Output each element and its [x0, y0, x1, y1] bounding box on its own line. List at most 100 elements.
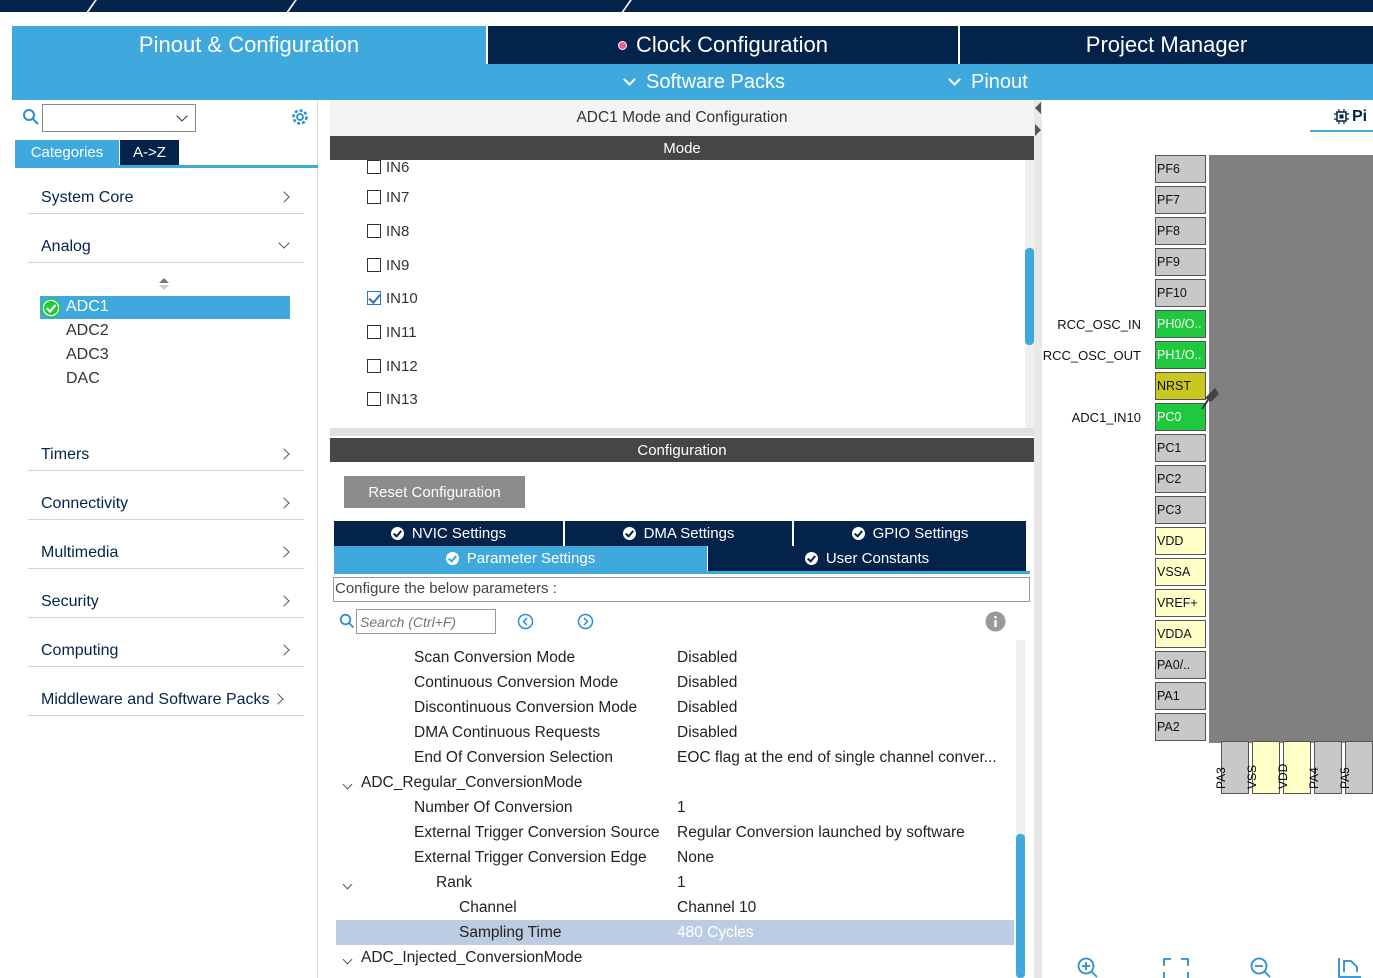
pin-vdd[interactable]: VDD — [1155, 527, 1206, 555]
tab-project-manager[interactable]: Project Manager — [960, 26, 1373, 64]
pinout-menu[interactable]: Pinout — [948, 64, 1028, 100]
param-value[interactable]: Disabled — [677, 649, 737, 667]
checkbox-box[interactable] — [367, 258, 381, 272]
pin-pa0[interactable]: PA0/.. — [1155, 651, 1206, 679]
list-item-adc3[interactable]: ADC3 — [66, 346, 109, 364]
category-system-core[interactable]: System Core — [28, 165, 304, 214]
tab-parameter-settings[interactable]: Parameter Settings — [334, 546, 707, 571]
checkbox-box[interactable] — [367, 224, 381, 238]
expand-toggle-icon[interactable] — [342, 779, 353, 790]
tab-clock-configuration[interactable]: Clock Configuration — [488, 26, 958, 64]
tab-user-constants[interactable]: User Constants — [708, 546, 1026, 571]
checkbox-in10[interactable]: IN10 — [367, 288, 418, 308]
param-row-discontinuous-conversion-mode[interactable]: Discontinuous Conversion Mode Disabled — [336, 695, 1014, 720]
checkbox-in8[interactable]: IN8 — [367, 221, 409, 241]
checkbox-in11[interactable]: IN11 — [367, 322, 417, 342]
search-combobox[interactable] — [42, 104, 196, 132]
mode-scrollbar-thumb[interactable] — [1025, 248, 1034, 345]
category-computing[interactable]: Computing — [28, 618, 304, 667]
checkbox-box[interactable] — [367, 160, 381, 174]
zoom-in-icon[interactable] — [1077, 957, 1099, 978]
param-value[interactable]: Channel 10 — [677, 899, 756, 917]
previous-icon[interactable] — [517, 613, 534, 630]
tab-a-z[interactable]: A->Z — [120, 140, 179, 165]
param-value[interactable]: 1 — [677, 874, 686, 892]
checkbox-box[interactable] — [367, 359, 381, 373]
tab-gpio-settings[interactable]: GPIO Settings — [794, 521, 1026, 546]
category-connectivity[interactable]: Connectivity — [28, 471, 304, 520]
splitter[interactable] — [330, 428, 1034, 436]
pin-pf7[interactable]: PF7 — [1155, 186, 1206, 214]
mode-scrollbar-track[interactable] — [1025, 160, 1034, 428]
sort-icon[interactable] — [159, 278, 169, 290]
parameter-scrollbar-track[interactable] — [1016, 640, 1025, 978]
tab-dma-settings[interactable]: DMA Settings — [565, 521, 792, 546]
pin-pf9[interactable]: PF9 — [1155, 248, 1206, 276]
pin-pa5[interactable]: PA5 — [1338, 741, 1373, 794]
list-item-adc2[interactable]: ADC2 — [66, 322, 109, 340]
pin-ph1[interactable]: PH1/O.. — [1155, 341, 1206, 369]
param-row-sampling-time[interactable]: Sampling Time 480 Cycles — [336, 920, 1014, 945]
param-row-ext-trigger-source[interactable]: External Trigger Conversion Source Regula… — [336, 820, 1014, 845]
checkbox-box[interactable] — [367, 325, 381, 339]
param-value[interactable]: 480 Cycles — [677, 924, 754, 942]
pin-pc3[interactable]: PC3 — [1155, 496, 1206, 524]
param-value[interactable]: Disabled — [677, 724, 737, 742]
pin-pc1[interactable]: PC1 — [1155, 434, 1206, 462]
pin-pf6[interactable]: PF6 — [1155, 155, 1206, 183]
checkbox-box[interactable] — [367, 190, 381, 204]
pin-ph0[interactable]: PH0/O.. — [1155, 310, 1206, 338]
checkbox-box[interactable] — [367, 392, 381, 406]
tab-pinout-configuration[interactable]: Pinout & Configuration — [12, 26, 486, 64]
fit-screen-icon[interactable] — [1163, 958, 1189, 978]
tab-pinout-view[interactable]: Pi — [1310, 106, 1373, 132]
panel-splitter[interactable] — [1034, 100, 1042, 978]
checkbox-box-checked[interactable] — [367, 291, 381, 305]
pin-pf8[interactable]: PF8 — [1155, 217, 1206, 245]
param-row-channel[interactable]: Channel Channel 10 — [336, 895, 1014, 920]
parameter-scrollbar-thumb[interactable] — [1016, 834, 1025, 978]
pin-pa2[interactable]: PA2 — [1155, 713, 1206, 741]
pin-pa1[interactable]: PA1 — [1155, 682, 1206, 710]
param-value[interactable]: 1 — [677, 799, 686, 817]
param-group-adc-regular[interactable]: ADC_Regular_ConversionMode — [336, 770, 1014, 795]
pushpin-icon[interactable] — [1197, 385, 1221, 413]
param-group-adc-injected[interactable]: ADC_Injected_ConversionMode — [336, 945, 1014, 970]
list-item-dac[interactable]: DAC — [66, 370, 100, 388]
param-group-rank[interactable]: Rank 1 — [336, 870, 1014, 895]
zoom-out-icon[interactable] — [1250, 957, 1272, 978]
param-row-ext-trigger-edge[interactable]: External Trigger Conversion Edge None — [336, 845, 1014, 870]
param-row-dma-continuous-requests[interactable]: DMA Continuous Requests Disabled — [336, 720, 1014, 745]
param-value[interactable]: EOC flag at the end of single channel co… — [677, 749, 997, 767]
param-row-continuous-conversion-mode[interactable]: Continuous Conversion Mode Disabled — [336, 670, 1014, 695]
param-row-end-of-conversion-selection[interactable]: End Of Conversion Selection EOC flag at t… — [336, 745, 1014, 770]
tab-nvic-settings[interactable]: NVIC Settings — [334, 521, 563, 546]
checkbox-in9[interactable]: IN9 — [367, 255, 409, 275]
param-row-number-of-conversion[interactable]: Number Of Conversion 1 — [336, 795, 1014, 820]
gear-icon[interactable] — [290, 107, 310, 127]
pin-vref-plus[interactable]: VREF+ — [1155, 589, 1206, 617]
param-value[interactable]: Disabled — [677, 699, 737, 717]
param-row-scan-conversion-mode[interactable]: Scan Conversion Mode Disabled — [336, 645, 1014, 670]
collapse-arrows-icon[interactable] — [1034, 102, 1042, 138]
expand-toggle-icon[interactable] — [342, 954, 353, 965]
checkbox-in6[interactable]: IN6 — [367, 160, 409, 177]
checkbox-in12[interactable]: IN12 — [367, 356, 418, 376]
parameter-search-input[interactable] — [356, 609, 496, 634]
reset-configuration-button[interactable]: Reset Configuration — [344, 476, 525, 508]
expand-toggle-icon[interactable] — [342, 879, 353, 890]
category-middleware[interactable]: Middleware and Software Packs — [28, 667, 304, 716]
pin-vssa[interactable]: VSSA — [1155, 558, 1206, 586]
category-multimedia[interactable]: Multimedia — [28, 520, 304, 569]
param-value[interactable]: Regular Conversion launched by software — [677, 824, 965, 842]
category-timers[interactable]: Timers — [28, 422, 304, 471]
param-value[interactable]: Disabled — [677, 674, 737, 692]
next-icon[interactable] — [577, 613, 594, 630]
param-value[interactable]: None — [677, 849, 714, 867]
tab-categories[interactable]: Categories — [15, 140, 119, 165]
checkbox-in13[interactable]: IN13 — [367, 389, 418, 409]
list-item-adc1[interactable]: ADC1 — [40, 296, 290, 319]
info-icon[interactable] — [985, 611, 1006, 632]
pin-vdda[interactable]: VDDA — [1155, 620, 1206, 648]
checkbox-in7[interactable]: IN7 — [367, 187, 409, 207]
